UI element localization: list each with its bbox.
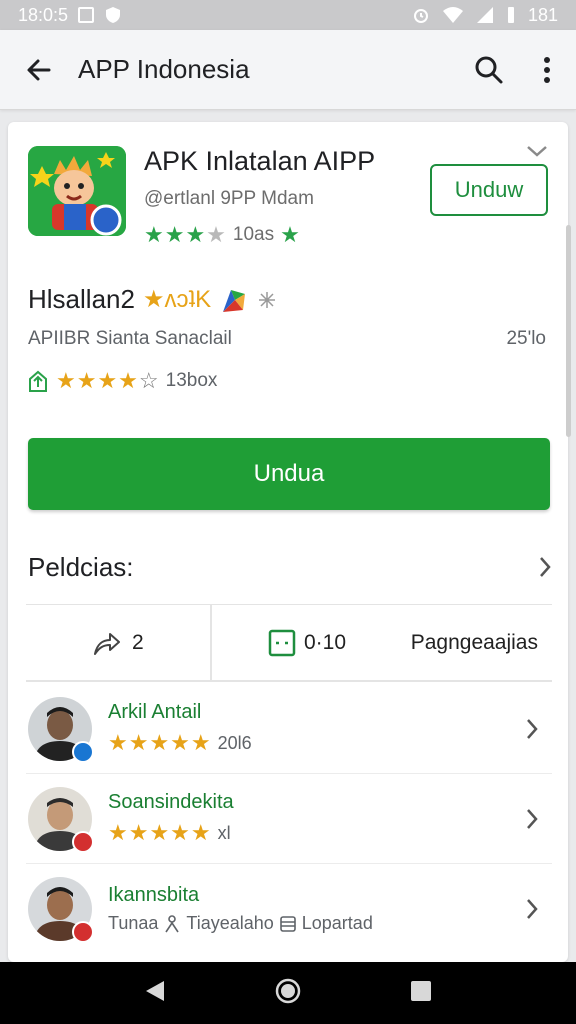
sparkle-icon — [259, 291, 276, 308]
square-icon — [268, 629, 296, 656]
system-nav-bar — [0, 962, 576, 1024]
person-meta-text: 20l6 — [217, 732, 252, 753]
status-time: 18:0:5 — [18, 4, 69, 25]
rating-stars-icon: ★★★★ — [144, 222, 227, 247]
square-recents-icon — [410, 980, 431, 1001]
section-title-text: Hlsallan2 — [28, 284, 135, 314]
person-stars-icon: ★★★★★ — [108, 820, 212, 845]
person-icon — [165, 914, 180, 932]
calendar-icon — [279, 915, 296, 932]
avatar — [28, 877, 94, 943]
status-bar: 18:0:5 181 — [0, 0, 576, 30]
chevron-right-icon — [527, 718, 538, 739]
nav-recents-button[interactable] — [410, 980, 432, 1007]
share-cell[interactable]: 2 — [26, 605, 212, 680]
person-name: Soansindekita — [108, 791, 234, 813]
badge-icon — [72, 921, 94, 943]
shield-icon — [106, 7, 121, 23]
circle-home-icon — [275, 978, 301, 1003]
person-name: Ikannsbita — [108, 884, 200, 906]
colorful-logo-icon — [223, 289, 246, 312]
person-meta-a: Tunaa — [108, 913, 159, 933]
person-meta-text: хl — [217, 822, 231, 843]
people-list: Arkil Antail ★★★★★ 20l6 Soansindekita ★★… — [26, 684, 552, 954]
chevron-right-icon — [540, 557, 551, 577]
nav-home-button[interactable] — [275, 978, 301, 1009]
cartoon-mascot-icon — [28, 146, 126, 236]
notification-icon — [78, 7, 95, 23]
list-item[interactable]: Soansindekita ★★★★★ хl — [26, 774, 552, 864]
chevron-right-icon — [527, 808, 538, 829]
search-button[interactable] — [460, 55, 518, 85]
person-stars-icon: ★★★★★ — [108, 730, 212, 755]
page-title: APP Indonesia — [78, 54, 250, 84]
verified-badge-icon — [72, 740, 94, 763]
section-badge: ★ʌɔʇK — [142, 286, 212, 313]
app-name: APK Inlatalan AIPP — [144, 146, 376, 176]
details-row[interactable]: Peldcias: — [28, 542, 552, 592]
scrollbar[interactable] — [566, 225, 571, 437]
wifi-icon — [442, 7, 463, 23]
share-count: 2 — [132, 630, 144, 654]
nav-back-button[interactable] — [144, 979, 166, 1008]
section-rating-count: 13box — [165, 370, 218, 391]
section-title: Hlsallan2 ★ʌɔʇK — [28, 284, 277, 315]
person-name: Arkil Antail — [108, 701, 202, 723]
upload-icon — [29, 370, 47, 392]
app-detail-card: APK Inlatalan AIPP @ertlanl 9PP Mdam ★★★… — [8, 122, 568, 962]
app-icon[interactable] — [28, 146, 126, 236]
star-icon: ★ — [280, 222, 301, 247]
battery-icon — [507, 7, 514, 23]
status-battery-text: 181 — [527, 4, 558, 25]
stats-count: 0·10 — [304, 630, 347, 654]
triangle-back-icon — [146, 980, 165, 1001]
chevron-down-icon — [527, 146, 547, 157]
search-icon — [475, 56, 503, 83]
person-meta: ★★★★★ хl — [108, 820, 512, 846]
section-stars-icon: ★★★★☆ — [56, 368, 160, 393]
more-vert-icon — [544, 56, 550, 83]
list-item[interactable]: Arkil Antail ★★★★★ 20l6 — [26, 684, 552, 774]
section-rating: ★★★★☆ 13box — [26, 368, 217, 394]
stats-label: Pagngeaajias — [410, 630, 538, 654]
app-developer[interactable]: @ertlanl 9PP Mdam — [144, 188, 314, 210]
person-meta-b: Tiayealaho — [186, 913, 274, 933]
signal-icon — [476, 7, 493, 23]
download-button[interactable]: Undua — [28, 438, 550, 510]
install-button[interactable]: Unduw — [430, 164, 548, 216]
avatar — [28, 786, 94, 853]
rating-count: 10as — [232, 224, 275, 245]
app-rating: ★★★★ 10as ★ — [144, 222, 301, 248]
expand-button[interactable] — [526, 144, 548, 163]
alarm-icon — [413, 9, 428, 23]
chevron-right-icon — [527, 899, 538, 919]
arrow-back-icon — [27, 59, 51, 80]
back-button[interactable] — [0, 56, 78, 84]
person-meta: Tunaa Tiayealaho Lopartad — [108, 913, 512, 934]
person-meta-c: Lopartad — [301, 913, 373, 933]
details-label: Peldcias: — [28, 551, 134, 582]
stats-row: 2 0·10 Pagngeaajias — [26, 604, 552, 682]
list-item[interactable]: Ikannsbita Tunaa Tiayealaho Lopartad — [26, 864, 552, 954]
stats-cell[interactable]: 0·10 Pagngeaajias — [212, 605, 552, 680]
section-subtitle: APIIBR Sianta Sanaclail — [28, 328, 232, 349]
badge-icon — [72, 830, 94, 853]
avatar — [28, 696, 94, 763]
person-meta: ★★★★★ 20l6 — [108, 730, 512, 756]
section-size: 25'lo — [506, 328, 546, 349]
more-options-button[interactable] — [518, 56, 576, 84]
app-bar: APP Indonesia — [0, 30, 576, 110]
share-icon — [94, 632, 120, 655]
